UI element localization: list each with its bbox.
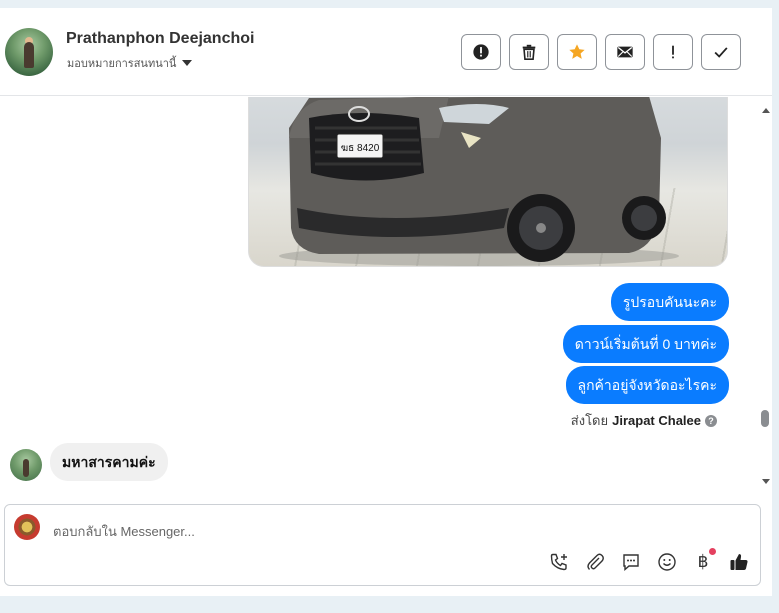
spam-button[interactable] [461, 34, 501, 70]
outgoing-message[interactable]: รูปรอบคันนะคะ [610, 283, 729, 321]
reply-input[interactable]: ตอบกลับใน Messenger... [53, 521, 195, 542]
scroll-down-arrow-icon[interactable] [762, 479, 770, 484]
avatar-small-figure [23, 459, 29, 477]
paperclip-icon [587, 553, 604, 570]
delete-button[interactable] [509, 34, 549, 70]
sent-by-name: Jirapat Chalee [612, 413, 701, 428]
notification-dot [709, 548, 716, 555]
like-button[interactable] [728, 551, 750, 573]
scrollbar-thumb[interactable] [761, 410, 769, 427]
baht-icon: ฿ [697, 552, 709, 571]
attach-button[interactable] [584, 551, 606, 573]
composer-toolbar: ฿ [548, 548, 750, 573]
license-plate-text: ฆธ 8420 [341, 143, 380, 154]
avatar-figure-body [24, 42, 34, 68]
conversation-header: Prathanphon Deejanchoi มอบหมายการสนทนานี… [0, 8, 772, 96]
caret-down-icon [182, 60, 193, 66]
contact-avatar[interactable] [5, 28, 53, 76]
message-list: ฆธ 8420 รูปรอบคันนะคะ ดาวน์เริ่มต้นที่ 0… [0, 97, 760, 487]
assign-conversation-dropdown[interactable]: มอบหมายการสนทนานี้ [67, 54, 193, 72]
sent-by-prefix: ส่งโดย [570, 413, 609, 428]
exclamation-icon [672, 45, 674, 59]
conversation-panel: Prathanphon Deejanchoi มอบหมายการสนทนานี… [0, 8, 772, 596]
outgoing-message[interactable]: ดาวน์เริ่มต้นที่ 0 บาทค่ะ [562, 325, 729, 363]
emoji-button[interactable] [656, 551, 678, 573]
contact-avatar-small[interactable] [10, 449, 42, 481]
car-illustration: ฆธ 8420 [279, 97, 679, 266]
check-icon [714, 47, 728, 58]
mark-unread-button[interactable] [605, 34, 645, 70]
follow-up-button[interactable] [653, 34, 693, 70]
thumbs-up-icon [730, 554, 748, 570]
saved-replies-button[interactable] [620, 551, 642, 573]
outgoing-message[interactable]: ลูกค้าอยู่จังหวัดอะไรคะ [565, 366, 729, 404]
assign-label: มอบหมายการสนทนานี้ [67, 58, 177, 70]
smiley-icon [658, 553, 676, 571]
sent-by-label: ส่งโดย Jirapat Chalee ? [571, 410, 717, 431]
scroll-up-arrow-icon[interactable] [762, 108, 770, 113]
star-icon [569, 44, 585, 59]
payment-button[interactable]: ฿ [692, 548, 716, 573]
call-button[interactable] [548, 551, 570, 573]
trash-icon [522, 44, 536, 61]
chat-bubble-icon [623, 554, 639, 572]
star-button[interactable] [557, 34, 597, 70]
page-avatar [14, 514, 40, 540]
phone-plus-icon [550, 553, 567, 571]
help-icon[interactable]: ? [705, 414, 717, 427]
reply-composer[interactable]: ตอบกลับใน Messenger... ฿ [4, 504, 761, 586]
mail-icon [617, 46, 633, 58]
incoming-message[interactable]: มหาสารคามค่ะ [50, 443, 168, 481]
car-photo-attachment[interactable]: ฆธ 8420 [248, 97, 728, 267]
contact-name[interactable]: Prathanphon Deejanchoi [66, 30, 254, 48]
alert-circle-icon [473, 44, 489, 60]
done-button[interactable] [701, 34, 741, 70]
header-actions [461, 34, 741, 70]
